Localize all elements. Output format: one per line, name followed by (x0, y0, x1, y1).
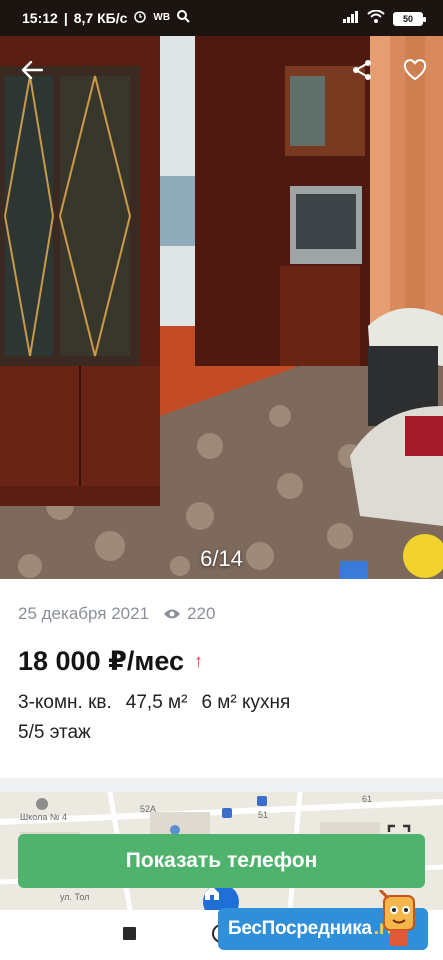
map-label-school: Школа № 4 (20, 812, 68, 822)
kitchen-area: 6 м² кухня (201, 692, 291, 713)
listing-meta: 25 декабря 2021 220 (18, 604, 215, 624)
map-label-building-52a: 52А (140, 804, 157, 814)
arrow-left-icon (21, 61, 43, 79)
price: 18 000 ₽/мес (18, 646, 185, 676)
app-badge: WB (153, 12, 171, 23)
status-bar-left: 15:12 | 8,7 КБ/с WB (22, 9, 190, 26)
map-label-building-51: 51 (258, 810, 269, 820)
clock: 15:12 (22, 9, 58, 26)
eye-icon (164, 609, 181, 619)
share-button[interactable] (344, 52, 380, 88)
favorite-button[interactable] (397, 52, 433, 88)
views-count: 220 (163, 604, 215, 624)
network-speed: 8,7 КБ/с (73, 9, 128, 26)
battery-icon: 50 (393, 12, 426, 26)
rooms: 3-комн. кв. (18, 692, 112, 713)
alarm-icon (133, 9, 147, 26)
share-icon (353, 60, 371, 80)
show-phone-button[interactable]: Показать телефон (18, 834, 425, 888)
watermark-brand: БесПосредника (228, 918, 372, 939)
price-trend-up-icon[interactable]: ↑ (194, 651, 203, 672)
photo-counter: 6/14 (200, 546, 243, 571)
back-button[interactable] (14, 52, 50, 88)
views-value: 220 (187, 604, 216, 623)
listing-params: 3-комн. кв. 47,5 м² 6 м² кухня (18, 692, 290, 714)
publish-date: 25 декабря 2021 (18, 604, 150, 623)
price-row: 18 000 ₽/мес ↑ (18, 646, 203, 677)
map-label-street: ул. Тол (60, 892, 90, 902)
mascot-icon (378, 890, 415, 946)
map-label-building-61: 61 (362, 794, 373, 804)
wifi-icon (367, 9, 385, 28)
status-bar-right: 50 (343, 9, 426, 28)
signal-icon (343, 10, 359, 28)
photo-gallery[interactable]: 6/14 (0, 36, 443, 579)
heart-icon (403, 59, 427, 81)
total-area: 47,5 м² (125, 692, 188, 713)
listing-photo[interactable] (0, 36, 443, 579)
recents-button[interactable] (123, 927, 136, 940)
status-bar: 15:12 | 8,7 КБ/с WB 50 (0, 0, 443, 36)
floor: 5/5 этаж (18, 722, 91, 743)
section-divider (0, 778, 443, 792)
separator: | (63, 9, 68, 26)
search-icon (176, 9, 190, 26)
watermark-banner: БесПосредника .ru (218, 890, 428, 950)
